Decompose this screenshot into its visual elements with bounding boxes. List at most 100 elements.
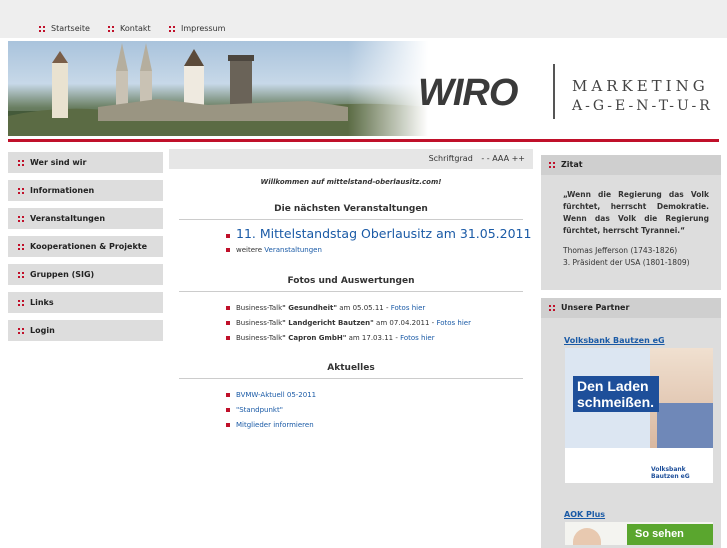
bullet-icon [39,25,45,32]
photos-link[interactable]: Fotos hier [400,334,435,342]
sidebar-item-wer-sind-wir[interactable]: Wer sind wir [8,152,163,173]
bullet-icon [18,271,24,278]
bullet-icon [108,25,114,32]
main-content: Schriftgrad - - AAA ++ Willkommen auf mi… [169,149,533,431]
topnav-kontakt[interactable]: Kontakt [108,24,151,34]
logo-agentur: A-G-E-N-T-U-R [572,98,713,114]
photo-prefix: Business-Talk [236,304,283,312]
news-heading: Aktuelles [179,363,523,379]
bullet-icon [226,408,230,412]
welcome-text: Willkommen auf mittelstand-oberlausitz.c… [260,178,442,186]
photos-link[interactable]: Fotos hier [436,319,471,327]
sidebar-item-links[interactable]: Links [8,292,163,313]
bullet-icon [226,321,230,325]
header-divider [8,139,719,142]
photo-event-name: " Landgericht Bautzen" [282,319,374,327]
bullet-icon [18,187,24,194]
bullet-icon [18,299,24,306]
bullet-icon [226,234,230,238]
sidebar-item-login[interactable]: Login [8,320,163,341]
photo-date: am 05.05.11 - [339,304,389,312]
ad-bank-name: Volksbank Bautzen eG [651,466,690,480]
sidebar-item-label: Login [30,326,55,335]
events-list: 11. Mittelstandstag Oberlausitz am 31.05… [226,226,533,256]
bullet-icon [226,336,230,340]
sidebar-item-label: Gruppen (SIG) [30,270,95,279]
bullet-icon [226,306,230,310]
quote-author-desc: 3. Präsident der USA (1801-1809) [563,258,690,267]
photo-event-name: " Gesundheit" [282,304,338,312]
partners-title: Unsere Partner [561,303,630,312]
banner-fade [348,41,428,136]
topnav-startseite[interactable]: Startseite [39,24,90,34]
bullet-icon [549,161,555,168]
list-item: Mitglieder informieren [226,420,533,431]
bullet-icon [18,159,24,166]
font-size-bar: Schriftgrad - - AAA ++ [169,149,533,169]
photo-event-name: " Capron GmbH" [282,334,347,342]
bullet-icon [18,215,24,222]
ad-headline: Den Laden schmeißen. [573,376,659,412]
event-link[interactable]: 11. Mittelstandstag Oberlausitz am 31.05… [236,226,531,241]
bullet-icon [18,243,24,250]
topnav-label: Kontakt [120,24,151,33]
more-events-prefix: weitere [236,246,263,254]
quote-heading: Zitat [541,155,721,175]
photo-date: am 07.04.2011 - [376,319,435,327]
ad-headline: So sehen [627,524,713,545]
partner-link-aok[interactable]: AOK Plus [564,510,605,519]
topnav-label: Startseite [51,24,90,33]
quote-content: „Wenn die Regierung das Volk fürchtet, h… [541,175,721,269]
partners-heading: Unsere Partner [541,298,721,318]
list-item: Business-Talk" Capron GmbH" am 17.03.11 … [226,333,533,344]
photos-list: Business-Talk" Gesundheit" am 05.05.11 -… [226,303,533,344]
photo-prefix: Business-Talk [236,334,283,342]
quote-title: Zitat [561,160,583,169]
sidebar-item-veranstaltungen[interactable]: Veranstaltungen [8,208,163,229]
topnav-label: Impressum [181,24,226,33]
sidebar-nav: Wer sind wir Informationen Veranstaltung… [8,152,163,348]
photos-heading: Fotos und Auswertungen [179,276,523,292]
volksbank-ad[interactable]: Den Laden schmeißen. Volksbank Bautzen e… [565,348,713,483]
quote-text: „Wenn die Regierung das Volk fürchtet, h… [563,190,709,235]
events-heading: Die nächsten Veranstaltungen [179,204,523,220]
list-item: Business-Talk" Landgericht Bautzen" am 0… [226,318,533,329]
news-link[interactable]: BVMW-Aktuell 05-2011 [236,391,316,399]
logo-marketing: MARKETING [572,77,709,95]
logo-divider [553,64,555,119]
ad-person-image [573,528,601,545]
topnav-impressum[interactable]: Impressum [169,24,225,34]
news-link[interactable]: "Standpunkt" [236,406,283,414]
wiro-logo: WIRO [418,72,518,114]
bullet-icon [226,393,230,397]
sidebar-item-gruppen[interactable]: Gruppen (SIG) [8,264,163,285]
event-item: 11. Mittelstandstag Oberlausitz am 31.05… [226,226,533,242]
top-navigation: Startseite Kontakt Impressum [0,0,727,38]
bullet-icon [549,304,555,311]
bullet-icon [18,327,24,334]
sidebar-item-label: Wer sind wir [30,158,87,167]
sidebar-item-label: Links [30,298,54,307]
font-size-controls[interactable]: - - AAA ++ [481,154,525,163]
ad-person-shirt [657,403,713,448]
more-events-link[interactable]: Veranstaltungen [264,246,322,254]
sidebar-item-label: Informationen [30,186,95,195]
aok-ad[interactable]: So sehen [565,522,713,545]
list-item: BVMW-Aktuell 05-2011 [226,390,533,401]
photos-link[interactable]: Fotos hier [391,304,426,312]
photo-prefix: Business-Talk [236,319,283,327]
quote-author: Thomas Jefferson (1743-1826) [563,246,678,255]
bullet-icon [226,248,230,252]
font-size-label: Schriftgrad [428,154,473,163]
sidebar-item-label: Veranstaltungen [30,214,106,223]
sidebar-item-informationen[interactable]: Informationen [8,180,163,201]
photo-date: am 17.03.11 - [348,334,398,342]
bullet-icon [169,25,175,32]
list-item: "Standpunkt" [226,405,533,416]
more-events: weitere Veranstaltungen [226,245,533,256]
quote-box: Zitat „Wenn die Regierung das Volk fürch… [541,155,721,290]
partner-link-volksbank[interactable]: Volksbank Bautzen eG [564,336,665,345]
sidebar-item-kooperationen[interactable]: Kooperationen & Projekte [8,236,163,257]
bullet-icon [226,423,230,427]
news-link[interactable]: Mitglieder informieren [236,421,314,429]
